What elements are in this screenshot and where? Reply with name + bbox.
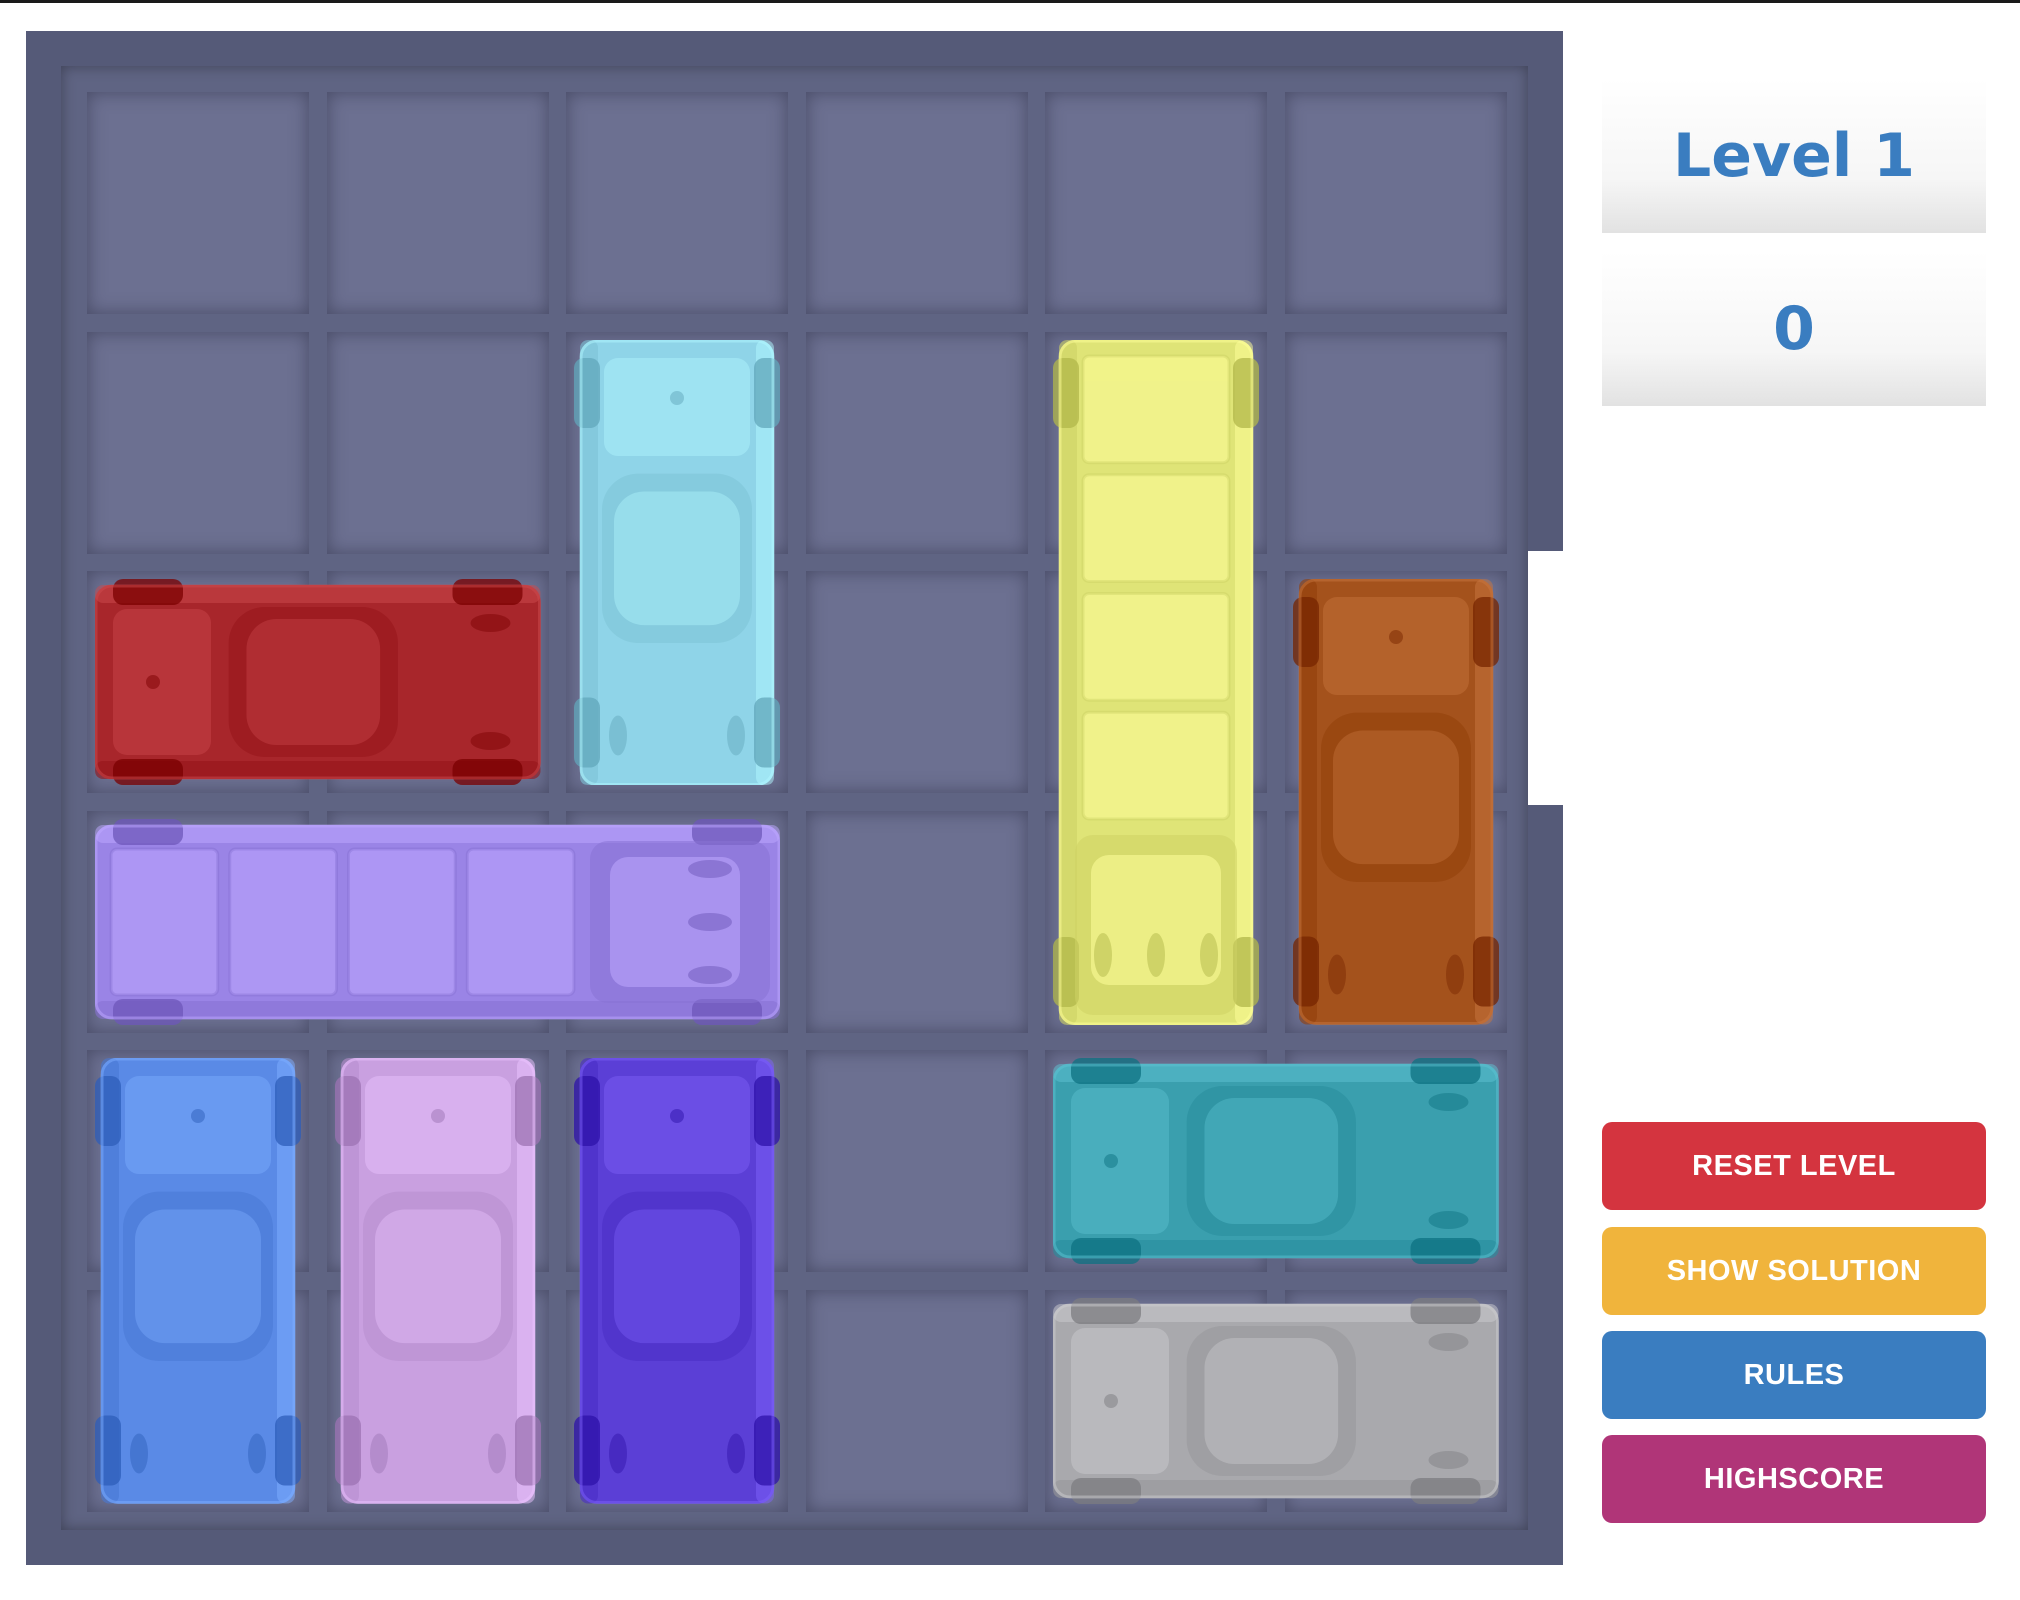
show-solution-button[interactable]: SHOW SOLUTION xyxy=(1602,1227,1986,1315)
highscore-button[interactable]: HIGHSCORE xyxy=(1602,1435,1986,1523)
car-purple[interactable] xyxy=(95,818,780,1025)
board-cell xyxy=(805,1289,1028,1512)
board-cell xyxy=(805,571,1028,793)
board-cell xyxy=(805,810,1028,1033)
car-blue[interactable] xyxy=(95,1058,301,1504)
board-cell xyxy=(326,92,549,314)
car-gray[interactable] xyxy=(1053,1297,1499,1504)
board-cell xyxy=(805,331,1028,554)
board-cell xyxy=(1045,92,1267,314)
board-cell xyxy=(326,331,549,554)
board-cell xyxy=(566,92,788,314)
move-counter: 0 xyxy=(1602,251,1986,406)
board-exit-opening xyxy=(1528,551,1568,805)
car-orange[interactable] xyxy=(1292,579,1499,1025)
board-cell xyxy=(1284,331,1507,554)
top-border-line xyxy=(0,0,2020,3)
rules-button[interactable]: RULES xyxy=(1602,1331,1986,1419)
car-red[interactable] xyxy=(95,579,541,785)
board-cell xyxy=(1284,92,1507,314)
board-cell xyxy=(805,1050,1028,1272)
board-cell xyxy=(87,331,309,554)
board-cell xyxy=(805,92,1028,314)
board-cell xyxy=(87,92,309,314)
level-indicator: Level 1 xyxy=(1602,78,1986,233)
car-indigo[interactable] xyxy=(574,1058,780,1504)
car-teal[interactable] xyxy=(1053,1058,1499,1264)
car-light-blue[interactable] xyxy=(574,339,780,785)
reset-level-button[interactable]: RESET LEVEL xyxy=(1602,1122,1986,1210)
car-lilac[interactable] xyxy=(334,1058,541,1504)
car-yellow[interactable] xyxy=(1053,339,1259,1025)
